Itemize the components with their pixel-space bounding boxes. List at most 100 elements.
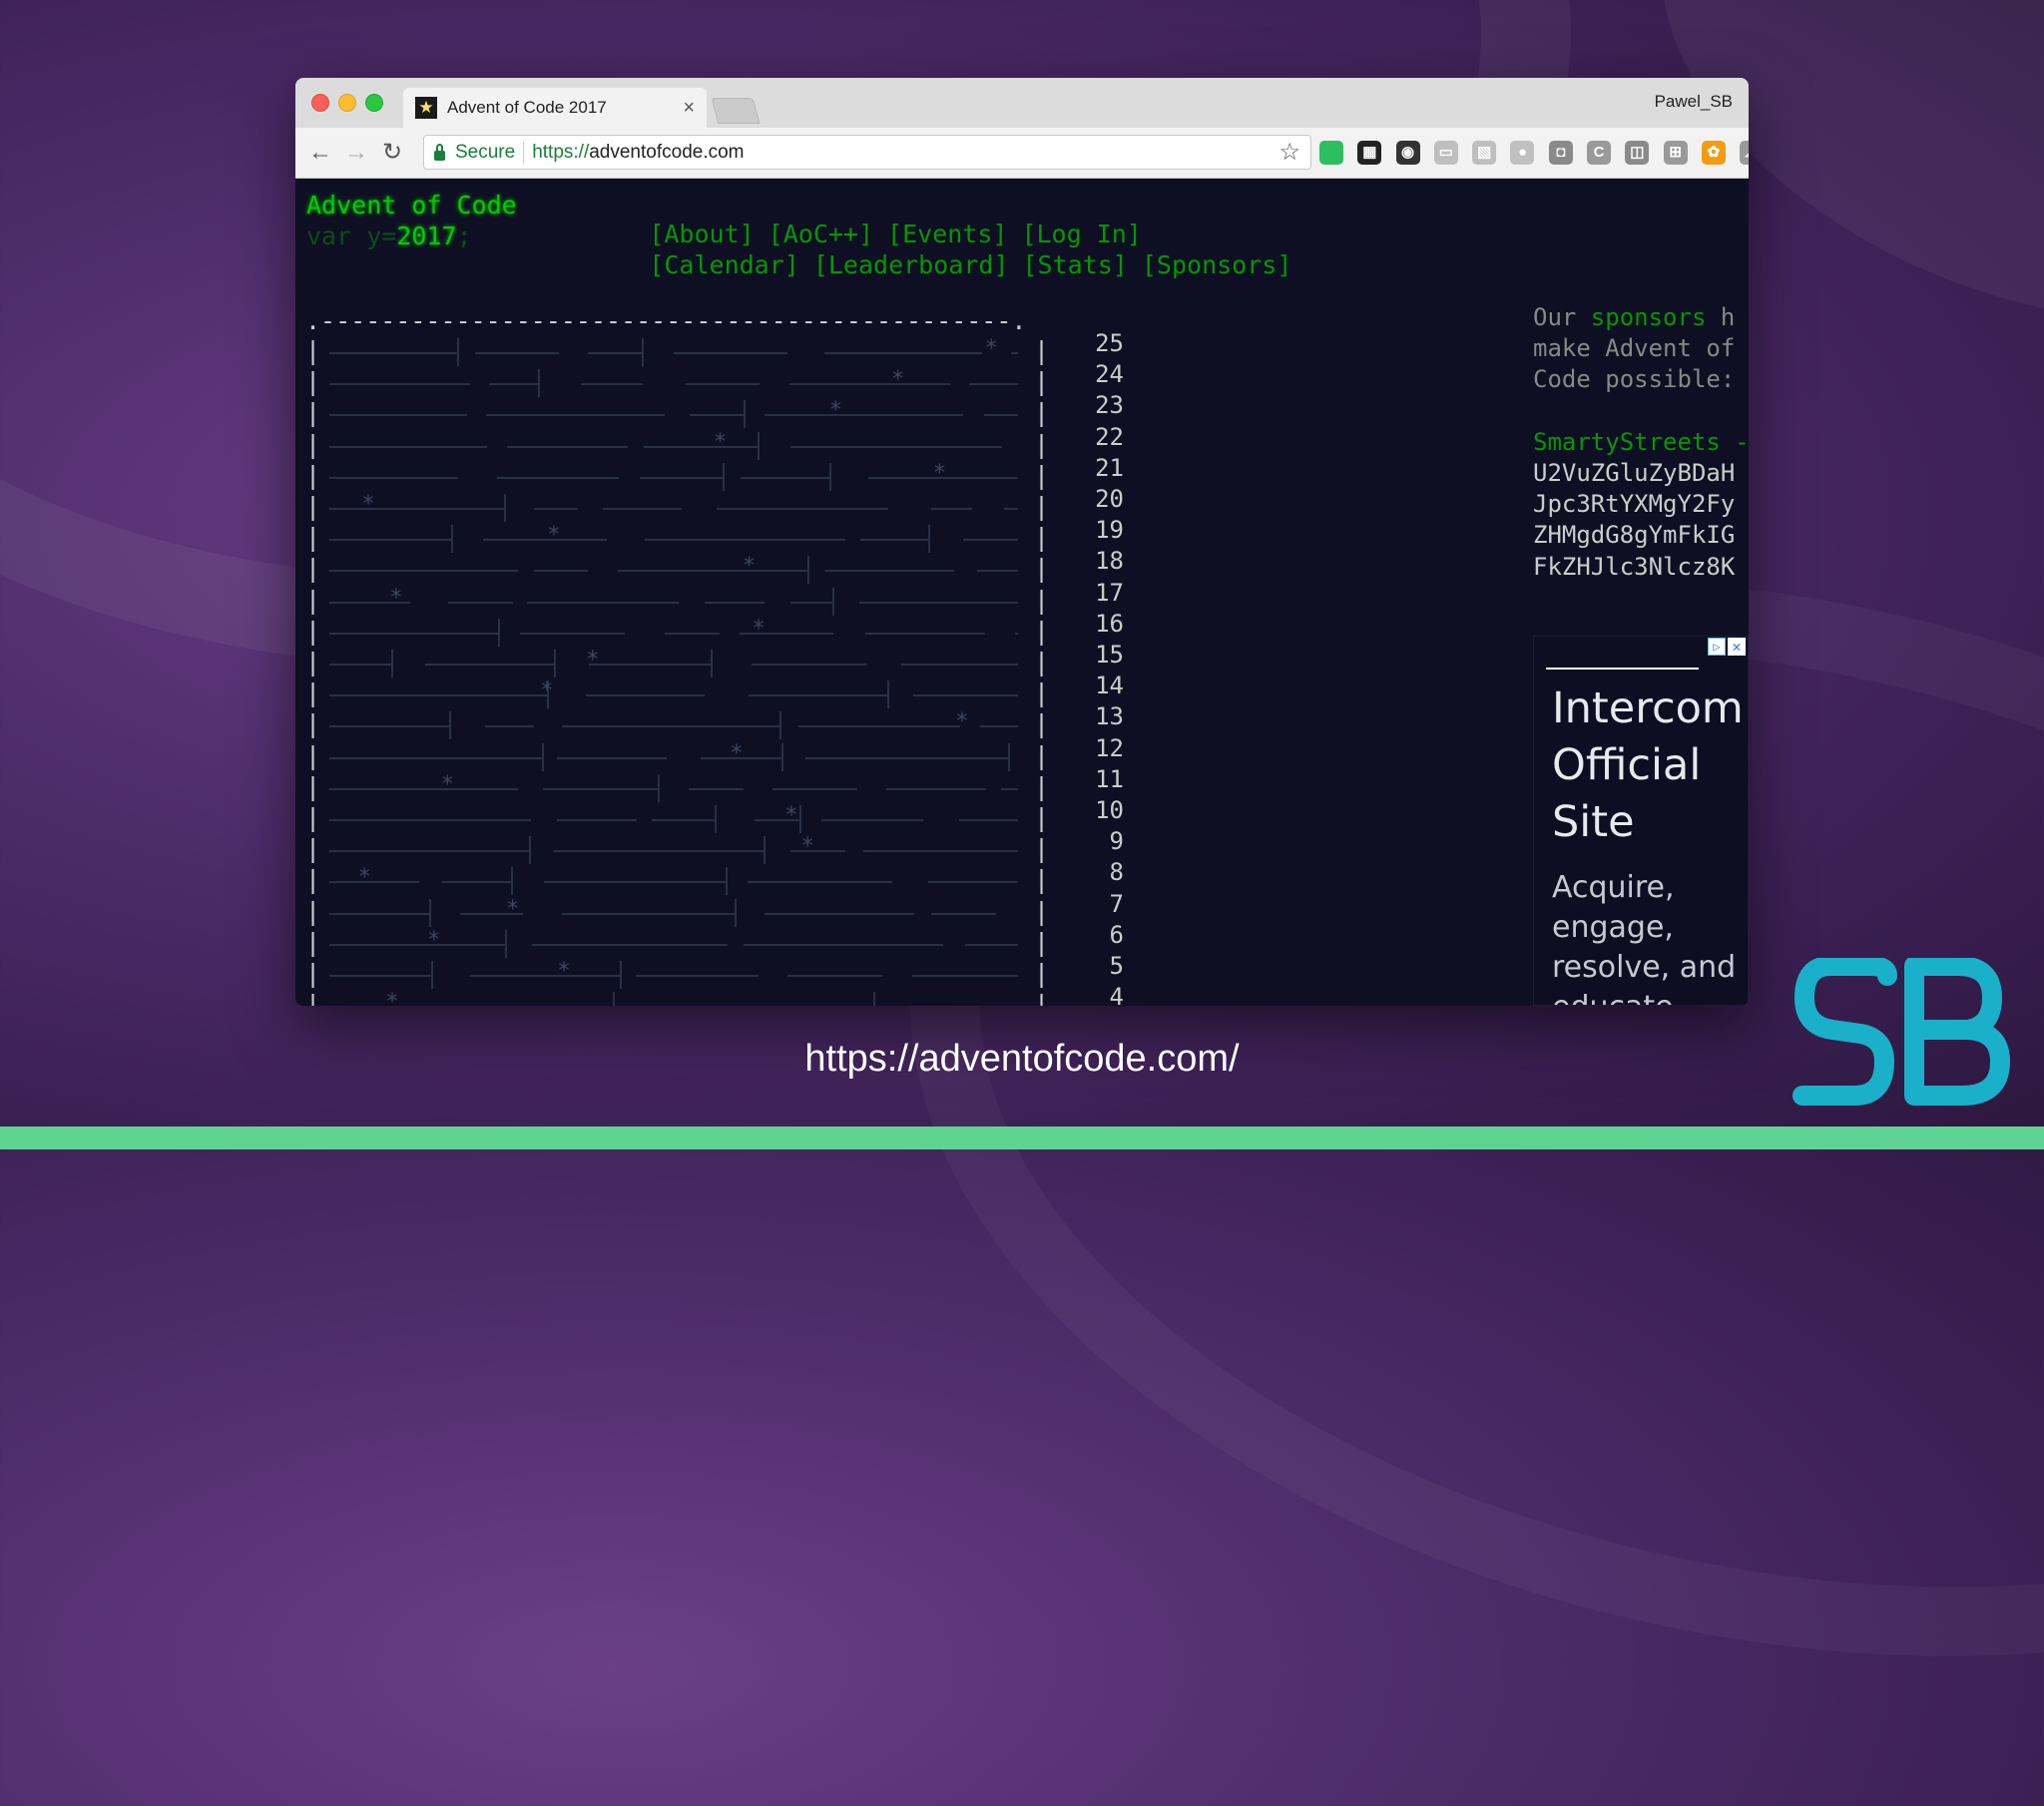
tab-close-icon[interactable]: × [683,97,695,120]
calendar-day-number[interactable]: 9 [1074,826,1124,857]
circuit-trace [554,650,557,677]
circuit-trace [748,694,888,697]
calendar-day-number[interactable]: 10 [1074,795,1124,826]
calendar-day-number[interactable]: 22 [1074,422,1124,453]
extension-gray-1-icon[interactable]: ▭ [1433,141,1458,165]
maximize-window-button[interactable] [365,94,383,112]
grid-apps-icon[interactable]: ▦ [1357,141,1382,165]
table-icon[interactable]: ⊞ [1663,141,1688,165]
ad-close-icon[interactable]: ✕ [1728,638,1746,656]
gear-orange-icon[interactable]: ✿ [1701,141,1726,165]
border-pipe: | [305,554,321,584]
minimize-window-button[interactable] [338,94,356,112]
calendar-circuit-art[interactable]: * * * * * * * * * * * * * * * * * * * * * * [329,338,1028,1006]
browser-tab[interactable]: ★ Advent of Code 2017 × [403,88,707,128]
circuit-trace [329,352,458,354]
calendar-star-icon: * [506,896,520,922]
calendar-star-icon: * [357,865,371,891]
circuit-trace [329,508,504,510]
calendar-day-number[interactable]: 25 [1074,328,1124,359]
calendar-day-number[interactable]: 6 [1074,920,1124,951]
border-pipe: | [305,959,321,989]
calendar-day-number[interactable]: 16 [1074,609,1124,640]
circuit-trace [789,383,951,386]
circuit-trace [329,787,519,790]
year-value[interactable]: 2017 [396,222,456,250]
evernote-icon[interactable] [1319,141,1343,165]
aoc-favicon-icon: ★ [415,97,437,119]
circuit-trace [507,445,629,448]
circuit-trace [1007,742,1010,771]
calendar-day-number[interactable]: 23 [1074,390,1124,421]
calendar-day-number[interactable]: 12 [1074,733,1124,764]
nav-leaderboard[interactable]: [Leaderboard] [813,250,1009,279]
profile-name[interactable]: Pawel_SB [1655,92,1733,112]
extension-gray-2-icon[interactable]: ▧ [1472,141,1497,165]
calendar-day-number[interactable]: 14 [1074,671,1124,701]
sponsors-link[interactable]: sponsors [1591,303,1707,331]
sponsors-intro-line3: Code possible: [1533,365,1736,394]
border-pipe: | [1034,834,1050,864]
sponsor-link[interactable]: SmartyStreets - [1533,428,1749,456]
circuit-trace [979,725,1018,728]
circuit-trace [652,819,716,821]
nav-calendar[interactable]: [Calendar] [649,250,799,279]
border-pipe: | [1034,523,1050,553]
calendar-day-number[interactable]: 18 [1074,546,1124,577]
balloon-icon[interactable]: ● [1510,141,1535,165]
calendar-day-number[interactable]: 19 [1074,515,1124,546]
circuit-trace [329,975,432,977]
close-window-button[interactable] [311,94,329,112]
ad-divider [1546,668,1699,670]
site-title[interactable]: Advent of Code [306,191,517,220]
circuit-trace [930,912,996,915]
circuit-trace [497,476,619,479]
calendar-day-number[interactable]: 8 [1074,857,1124,888]
border-pipe: | [305,865,321,895]
address-bar[interactable]: Secure https:// adventofcode.com ☆ [423,135,1311,170]
ad-title[interactable]: Intercom Official Site [1552,680,1744,851]
cloud-icon[interactable]: ☁ [1740,141,1749,165]
columns-icon[interactable]: ◫ [1625,141,1650,165]
calendar-day-number[interactable]: 7 [1074,889,1124,920]
circuit-trace [329,570,519,573]
circuit-trace [329,912,430,915]
reload-icon[interactable]: ↻ [377,138,407,168]
bookmark-star-icon[interactable]: ☆ [1278,138,1300,167]
circuit-trace [543,881,726,884]
forward-arrow-icon[interactable]: → [341,138,371,168]
calendar-day-number[interactable]: 11 [1074,764,1124,795]
circuit-trace [424,664,555,666]
back-arrow-icon[interactable]: ← [305,138,335,168]
circuit-trace [969,383,1018,386]
ad-choices-icon[interactable]: ▷ [1708,638,1726,656]
nav-stats[interactable]: [Stats] [1023,250,1128,279]
nav-sponsors[interactable]: [Sponsors] [1142,250,1292,279]
c-icon[interactable]: C [1587,141,1612,165]
circuit-trace [887,680,890,709]
calendar-star-icon: * [890,367,905,393]
browser-window: ★ Advent of Code 2017 × Pawel_SB ← → ↻ S… [295,78,1749,1006]
new-tab-button[interactable] [711,98,761,124]
advertisement[interactable]: ▷ ✕ Intercom Official Site Acquire, enga… [1533,636,1749,1006]
border-pipe: | [305,492,321,522]
calendar-day-number[interactable]: 21 [1074,453,1124,484]
calendar-star-icon: * [385,990,399,1006]
circuit-trace [825,570,955,573]
calendar-day-number[interactable]: 17 [1074,578,1124,609]
camera-icon[interactable]: ◘ [1548,141,1573,165]
calendar-day-number[interactable]: 20 [1074,484,1124,515]
border-pipe: | [305,678,321,708]
circuit-trace [984,414,1018,417]
calendar-star-icon: * [932,460,946,486]
calendar-day-number[interactable]: 13 [1074,701,1124,732]
calendar-day-number[interactable]: 4 [1074,982,1124,1006]
calendar-day-number[interactable]: 15 [1074,640,1124,671]
video-caption: https://adventofcode.com/ [804,1038,1240,1080]
border-pipe: | [1034,990,1050,1006]
mask-icon[interactable]: ◉ [1395,141,1420,165]
calendar-day-number[interactable]: 24 [1074,359,1124,390]
calendar-day-number[interactable]: 5 [1074,951,1124,982]
calendar-star-icon: * [800,834,814,860]
year-label: var y=2017; [306,222,472,250]
